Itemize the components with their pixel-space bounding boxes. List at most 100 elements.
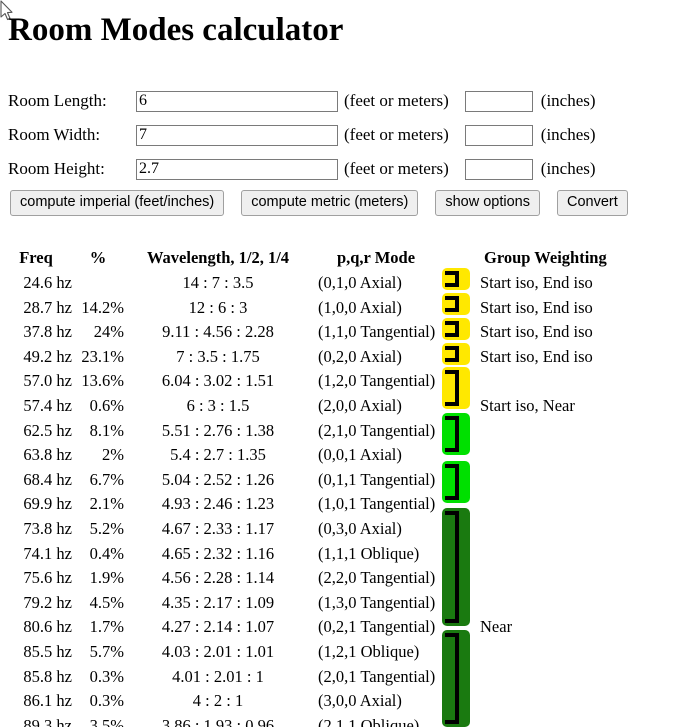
room-height-row: Room Height: (feet or meters) (inches) [8, 152, 602, 186]
table-row: 62.5 hz 8.1% 5.51 : 2.76 : 1.38 (2,1,0 Tang… [0, 419, 688, 444]
cell-group-note [480, 369, 688, 394]
room-length-input[interactable] [136, 90, 338, 112]
show-options-button[interactable]: show options [435, 190, 540, 216]
cell-group-bracket [440, 320, 480, 345]
header-freq: Freq [19, 248, 53, 267]
cell-wavelength: 5.51 : 2.76 : 1.38 [161, 420, 275, 440]
compute-metric-button[interactable]: compute metric (meters) [241, 190, 419, 216]
cell-percent: 0.4% [89, 543, 124, 563]
cell-freq: 57.0 hz [23, 371, 72, 391]
cell-percent: 1.7% [89, 617, 124, 637]
cell-wavelength: 4.93 : 2.46 : 1.23 [161, 494, 275, 514]
cell-freq: 80.6 hz [23, 617, 72, 637]
cell-wavelength: 4.03 : 2.01 : 1.01 [161, 641, 275, 661]
cell-group-bracket [440, 394, 480, 419]
cell-percent: 13.6% [81, 371, 124, 391]
cell-group-note: Start iso, End iso [480, 273, 593, 292]
cell-mode: (1,2,1 Oblique) [318, 641, 420, 661]
room-height-input[interactable] [136, 158, 338, 180]
table-row: 69.9 hz 2.1% 4.93 : 2.46 : 1.23 (1,0,1 Tang… [0, 492, 688, 517]
table-row: 73.8 hz 5.2% 4.67 : 2.33 : 1.17 (0,3,0 Axia… [0, 517, 688, 542]
room-length-inches-label: (inches) [540, 91, 596, 110]
cell-group-note [480, 591, 688, 616]
table-row: 85.8 hz 0.3% 4.01 : 2.01 : 1 (2,0,1 Tangent… [0, 665, 688, 690]
cell-percent: 23.1% [81, 346, 124, 366]
room-width-row: Room Width: (feet or meters) (inches) [8, 118, 602, 152]
cell-freq: 85.8 hz [23, 666, 72, 686]
cell-group-bracket [440, 271, 480, 296]
header-group-weighting: Group Weighting [484, 248, 607, 267]
cell-percent: 2% [102, 445, 124, 465]
cell-group-bracket [440, 296, 480, 321]
cell-freq: 85.5 hz [23, 641, 72, 661]
room-width-input[interactable] [136, 124, 338, 146]
cell-mode: (1,2,0 Tangential) [318, 371, 436, 391]
cell-wavelength: 9.11 : 4.56 : 2.28 [162, 322, 274, 342]
cell-group-note: Near [480, 617, 513, 637]
cell-group-bracket [440, 714, 480, 727]
cell-wavelength: 5.04 : 2.52 : 1.26 [161, 469, 275, 489]
cell-freq: 24.6 hz [23, 273, 72, 292]
cell-group-bracket [440, 591, 480, 616]
room-height-unit-label: (feet or meters) [344, 159, 449, 178]
cell-wavelength: 6 : 3 : 1.5 [186, 395, 250, 415]
modes-table-head: Freq % Wavelength, 1/2, 1/4 p,q,r Mode G… [0, 248, 688, 271]
cell-mode: (1,0,1 Tangential) [318, 494, 436, 514]
cell-freq: 28.7 hz [23, 297, 72, 317]
room-height-inches-input[interactable] [464, 158, 533, 180]
room-length-inches-input[interactable] [464, 90, 533, 112]
cell-percent: 3.5% [89, 715, 124, 727]
compute-imperial-button[interactable]: compute imperial (feet/inches) [10, 190, 225, 216]
room-length-label: Room Length: [8, 91, 107, 110]
page-title: Room Modes calculator [8, 12, 344, 48]
cell-freq: 79.2 hz [23, 592, 72, 612]
table-row: 89.3 hz 3.5% 3.86 : 1.93 : 0.96 (2,1,1 Obli… [0, 714, 688, 727]
cell-freq: 69.9 hz [23, 494, 72, 514]
cell-mode: (2,0,0 Axial) [318, 395, 402, 415]
room-length-unit-label: (feet or meters) [344, 91, 449, 110]
cell-freq: 86.1 hz [23, 691, 72, 711]
cell-group-note [480, 689, 688, 714]
cell-group-bracket [440, 419, 480, 444]
cell-wavelength: 7 : 3.5 : 1.75 [176, 346, 260, 366]
table-row: 28.7 hz 14.2% 12 : 6 : 3 (1,0,0 Axial) Start… [0, 296, 688, 321]
room-modes-calculator-page: Room Modes calculator Room Length: (feet… [0, 0, 688, 727]
cell-mode: (0,2,1 Tangential) [318, 617, 436, 637]
room-dimensions-form: Room Length: (feet or meters) (inches) R… [8, 84, 602, 186]
cell-freq: 73.8 hz [23, 518, 72, 538]
cell-mode: (0,1,1 Tangential) [318, 469, 436, 489]
cell-percent: 5.7% [89, 641, 124, 661]
room-width-inches-label: (inches) [540, 125, 596, 144]
cell-mode: (1,1,0 Tangential) [318, 322, 436, 342]
table-row: 79.2 hz 4.5% 4.35 : 2.17 : 1.09 (1,3,0 Tang… [0, 591, 688, 616]
cell-group-bracket [440, 468, 480, 493]
modes-table-body: 24.6 hz 14 : 7 : 3.5 (0,1,0 Axial) Start is… [0, 271, 688, 727]
convert-button[interactable]: Convert [557, 190, 628, 216]
room-height-inches-label: (inches) [540, 159, 596, 178]
cell-percent: 5.2% [89, 518, 124, 538]
cell-wavelength: 4.35 : 2.17 : 1.09 [161, 592, 275, 612]
cell-freq: 57.4 hz [23, 395, 72, 415]
cell-wavelength: 4.01 : 2.01 : 1 [172, 666, 264, 686]
table-row: 57.0 hz 13.6% 6.04 : 3.02 : 1.51 (1,2,0 Tan… [0, 369, 688, 394]
cell-percent: 8.1% [89, 420, 124, 440]
modes-table: Freq % Wavelength, 1/2, 1/4 p,q,r Mode G… [0, 248, 688, 727]
cell-mode: (0,0,1 Axial) [318, 445, 402, 465]
cell-group-bracket [440, 369, 480, 394]
cell-group-note [480, 419, 688, 444]
table-row: 24.6 hz 14 : 7 : 3.5 (0,1,0 Axial) Start is… [0, 271, 688, 296]
cell-group-bracket [440, 345, 480, 370]
cell-group-note: Start iso, End iso [480, 322, 593, 342]
header-wavelength: Wavelength, 1/2, 1/4 [146, 248, 290, 267]
cell-group-bracket [440, 566, 480, 591]
cell-group-bracket [440, 689, 480, 714]
cell-percent: 24% [93, 322, 124, 342]
cell-wavelength: 5.4 : 2.7 : 1.35 [170, 445, 266, 465]
room-width-inches-input[interactable] [464, 124, 533, 146]
header-group-spacer [440, 248, 480, 271]
cell-group-bracket [440, 615, 480, 640]
cell-freq: 68.4 hz [23, 469, 72, 489]
cell-mode: (2,2,0 Tangential) [318, 568, 436, 588]
cell-group-note [480, 640, 688, 665]
cell-group-bracket [440, 517, 480, 542]
